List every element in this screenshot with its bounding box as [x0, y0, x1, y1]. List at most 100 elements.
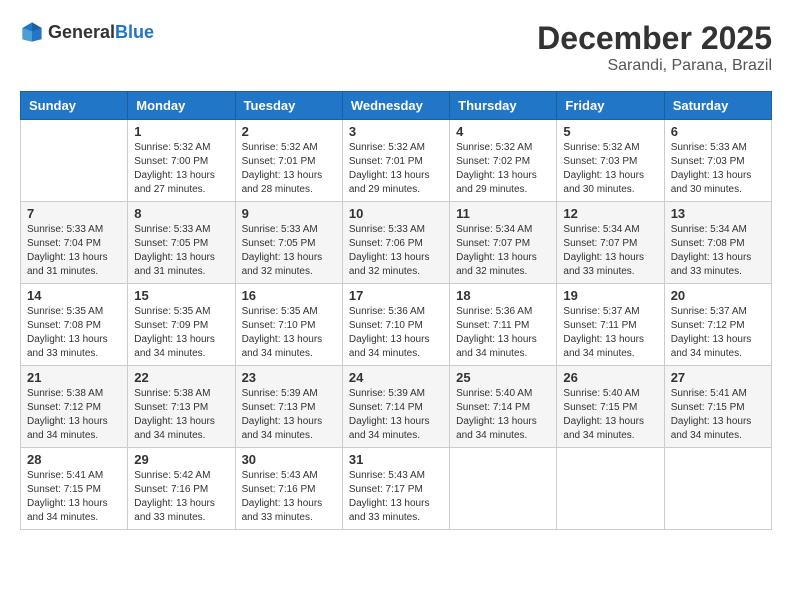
- day-number: 9: [242, 206, 336, 221]
- day-info: Sunrise: 5:39 AM Sunset: 7:14 PM Dayligh…: [349, 387, 443, 443]
- calendar-cell: 20 Sunrise: 5:37 AM Sunset: 7:12 PM Dayli…: [664, 284, 771, 366]
- header-monday: Monday: [128, 92, 235, 120]
- calendar-cell: 14Sunrise: 5:35 AM Sunset: 7:08 PM Dayli…: [21, 284, 128, 366]
- day-number: 8: [134, 206, 228, 221]
- day-info: Sunrise: 5:33 AM Sunset: 7:03 PM Dayligh…: [671, 141, 765, 197]
- day-info: Sunrise: 5:36 AM Sunset: 7:11 PM Dayligh…: [456, 305, 550, 361]
- day-number: 1: [134, 124, 228, 139]
- calendar-cell: 26Sunrise: 5:40 AM Sunset: 7:15 PM Dayli…: [557, 366, 664, 448]
- week-row-1: 1 Sunrise: 5:32 AM Sunset: 7:00 PM Daylig…: [21, 120, 772, 202]
- calendar-cell: 8 Sunrise: 5:33 AM Sunset: 7:05 PM Daylig…: [128, 202, 235, 284]
- calendar-cell: 12 Sunrise: 5:34 AM Sunset: 7:07 PM Dayli…: [557, 202, 664, 284]
- calendar-cell: 11 Sunrise: 5:34 AM Sunset: 7:07 PM Dayli…: [450, 202, 557, 284]
- day-number: 12: [563, 206, 657, 221]
- day-info: Sunrise: 5:33 AM Sunset: 7:05 PM Dayligh…: [134, 223, 228, 279]
- calendar-cell: 21 Sunrise: 5:38 AM Sunset: 7:12 PM Dayli…: [21, 366, 128, 448]
- calendar-cell: 15 Sunrise: 5:35 AM Sunset: 7:09 PM Dayli…: [128, 284, 235, 366]
- week-row-3: 14Sunrise: 5:35 AM Sunset: 7:08 PM Dayli…: [21, 284, 772, 366]
- calendar-cell: 23Sunrise: 5:39 AM Sunset: 7:13 PM Dayli…: [235, 366, 342, 448]
- calendar-cell: 30 Sunrise: 5:43 AM Sunset: 7:16 PM Dayli…: [235, 448, 342, 530]
- day-info: Sunrise: 5:42 AM Sunset: 7:16 PM Dayligh…: [134, 469, 228, 525]
- calendar-cell: 17 Sunrise: 5:36 AM Sunset: 7:10 PM Dayli…: [342, 284, 449, 366]
- day-info: Sunrise: 5:43 AM Sunset: 7:17 PM Dayligh…: [349, 469, 443, 525]
- header-sunday: Sunday: [21, 92, 128, 120]
- day-info: Sunrise: 5:35 AM Sunset: 7:09 PM Dayligh…: [134, 305, 228, 361]
- logo-text-blue: Blue: [115, 22, 154, 42]
- day-number: 26: [563, 370, 657, 385]
- week-row-5: 28 Sunrise: 5:41 AM Sunset: 7:15 PM Dayli…: [21, 448, 772, 530]
- logo: GeneralBlue: [20, 20, 154, 44]
- calendar-cell: 10Sunrise: 5:33 AM Sunset: 7:06 PM Dayli…: [342, 202, 449, 284]
- day-number: 15: [134, 288, 228, 303]
- day-info: Sunrise: 5:41 AM Sunset: 7:15 PM Dayligh…: [27, 469, 121, 525]
- calendar-cell: 9 Sunrise: 5:33 AM Sunset: 7:05 PM Daylig…: [235, 202, 342, 284]
- calendar-cell: 29Sunrise: 5:42 AM Sunset: 7:16 PM Dayli…: [128, 448, 235, 530]
- day-info: Sunrise: 5:32 AM Sunset: 7:00 PM Dayligh…: [134, 141, 228, 197]
- header-tuesday: Tuesday: [235, 92, 342, 120]
- day-info: Sunrise: 5:34 AM Sunset: 7:07 PM Dayligh…: [563, 223, 657, 279]
- day-info: Sunrise: 5:38 AM Sunset: 7:13 PM Dayligh…: [134, 387, 228, 443]
- week-row-2: 7Sunrise: 5:33 AM Sunset: 7:04 PM Daylig…: [21, 202, 772, 284]
- calendar-cell: 27 Sunrise: 5:41 AM Sunset: 7:15 PM Dayli…: [664, 366, 771, 448]
- calendar-cell: 31 Sunrise: 5:43 AM Sunset: 7:17 PM Dayli…: [342, 448, 449, 530]
- calendar-cell: 5 Sunrise: 5:32 AM Sunset: 7:03 PM Daylig…: [557, 120, 664, 202]
- day-number: 10: [349, 206, 443, 221]
- day-number: 27: [671, 370, 765, 385]
- day-number: 3: [349, 124, 443, 139]
- calendar-cell: 3 Sunrise: 5:32 AM Sunset: 7:01 PM Daylig…: [342, 120, 449, 202]
- day-info: Sunrise: 5:39 AM Sunset: 7:13 PM Dayligh…: [242, 387, 336, 443]
- day-number: 19: [563, 288, 657, 303]
- calendar-cell: 18Sunrise: 5:36 AM Sunset: 7:11 PM Dayli…: [450, 284, 557, 366]
- header-saturday: Saturday: [664, 92, 771, 120]
- header-thursday: Thursday: [450, 92, 557, 120]
- week-row-4: 21 Sunrise: 5:38 AM Sunset: 7:12 PM Dayli…: [21, 366, 772, 448]
- calendar-cell: 13 Sunrise: 5:34 AM Sunset: 7:08 PM Dayli…: [664, 202, 771, 284]
- day-number: 6: [671, 124, 765, 139]
- calendar-cell: 7Sunrise: 5:33 AM Sunset: 7:04 PM Daylig…: [21, 202, 128, 284]
- calendar-cell: [450, 448, 557, 530]
- calendar-cell: 16Sunrise: 5:35 AM Sunset: 7:10 PM Dayli…: [235, 284, 342, 366]
- calendar-cell: [664, 448, 771, 530]
- day-number: 11: [456, 206, 550, 221]
- title-block: December 2025 Sarandi, Parana, Brazil: [537, 20, 772, 75]
- day-info: Sunrise: 5:37 AM Sunset: 7:11 PM Dayligh…: [563, 305, 657, 361]
- location-subtitle: Sarandi, Parana, Brazil: [537, 57, 772, 75]
- day-info: Sunrise: 5:43 AM Sunset: 7:16 PM Dayligh…: [242, 469, 336, 525]
- day-number: 13: [671, 206, 765, 221]
- header-friday: Friday: [557, 92, 664, 120]
- day-number: 4: [456, 124, 550, 139]
- calendar-cell: 1 Sunrise: 5:32 AM Sunset: 7:00 PM Daylig…: [128, 120, 235, 202]
- day-number: 16: [242, 288, 336, 303]
- day-number: 7: [27, 206, 121, 221]
- day-info: Sunrise: 5:33 AM Sunset: 7:05 PM Dayligh…: [242, 223, 336, 279]
- calendar-cell: [557, 448, 664, 530]
- calendar-cell: 22 Sunrise: 5:38 AM Sunset: 7:13 PM Dayli…: [128, 366, 235, 448]
- calendar-cell: 25Sunrise: 5:40 AM Sunset: 7:14 PM Dayli…: [450, 366, 557, 448]
- day-number: 5: [563, 124, 657, 139]
- day-info: Sunrise: 5:32 AM Sunset: 7:03 PM Dayligh…: [563, 141, 657, 197]
- day-info: Sunrise: 5:41 AM Sunset: 7:15 PM Dayligh…: [671, 387, 765, 443]
- calendar-cell: 28 Sunrise: 5:41 AM Sunset: 7:15 PM Dayli…: [21, 448, 128, 530]
- day-info: Sunrise: 5:34 AM Sunset: 7:07 PM Dayligh…: [456, 223, 550, 279]
- day-info: Sunrise: 5:37 AM Sunset: 7:12 PM Dayligh…: [671, 305, 765, 361]
- day-info: Sunrise: 5:35 AM Sunset: 7:08 PM Dayligh…: [27, 305, 121, 361]
- day-info: Sunrise: 5:34 AM Sunset: 7:08 PM Dayligh…: [671, 223, 765, 279]
- day-info: Sunrise: 5:40 AM Sunset: 7:14 PM Dayligh…: [456, 387, 550, 443]
- day-number: 20: [671, 288, 765, 303]
- calendar-cell: [21, 120, 128, 202]
- day-info: Sunrise: 5:38 AM Sunset: 7:12 PM Dayligh…: [27, 387, 121, 443]
- day-number: 21: [27, 370, 121, 385]
- day-number: 22: [134, 370, 228, 385]
- day-info: Sunrise: 5:36 AM Sunset: 7:10 PM Dayligh…: [349, 305, 443, 361]
- day-number: 28: [27, 452, 121, 467]
- day-number: 31: [349, 452, 443, 467]
- day-number: 17: [349, 288, 443, 303]
- day-info: Sunrise: 5:32 AM Sunset: 7:02 PM Dayligh…: [456, 141, 550, 197]
- day-info: Sunrise: 5:32 AM Sunset: 7:01 PM Dayligh…: [349, 141, 443, 197]
- page-header: GeneralBlue December 2025 Sarandi, Paran…: [20, 20, 772, 75]
- header-wednesday: Wednesday: [342, 92, 449, 120]
- calendar-cell: 4 Sunrise: 5:32 AM Sunset: 7:02 PM Daylig…: [450, 120, 557, 202]
- day-number: 30: [242, 452, 336, 467]
- day-number: 2: [242, 124, 336, 139]
- calendar-cell: 6 Sunrise: 5:33 AM Sunset: 7:03 PM Daylig…: [664, 120, 771, 202]
